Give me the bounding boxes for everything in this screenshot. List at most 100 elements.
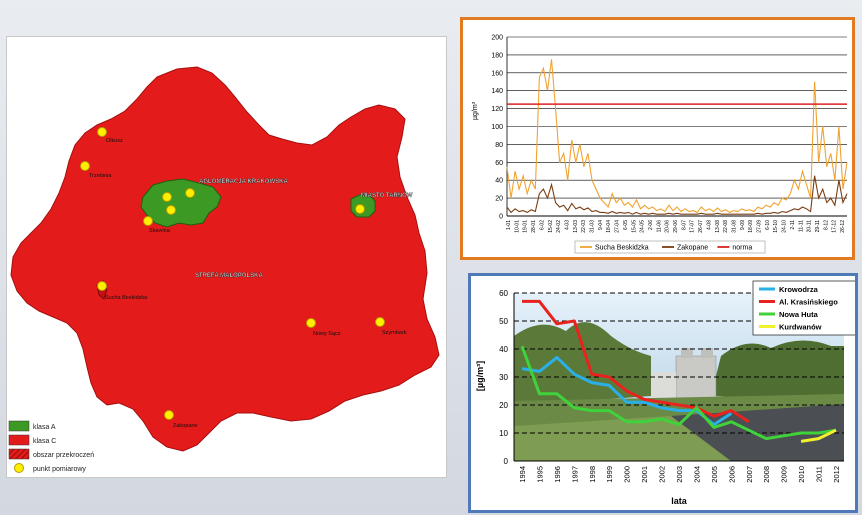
- y-tick-label: 60: [499, 289, 508, 298]
- legend-label: Zakopane: [677, 245, 708, 252]
- annual-pm10-chart-panel: 0 10 20 30 40 50 60 1994 1995 1996 1997 1998 1999 20…: [468, 273, 858, 513]
- y-tick-label: 30: [499, 373, 508, 382]
- x-tick-label: 8-12: [823, 220, 829, 230]
- x-tick-label: 31-08: [731, 220, 737, 233]
- x-tick-label: 26-07: [698, 220, 704, 233]
- legend-swatch-punkt: [14, 463, 24, 473]
- y-tick-label: 140: [491, 88, 503, 95]
- legend-label: Krowodrza: [779, 285, 819, 294]
- x-tick-label: 1999: [605, 466, 614, 483]
- y-tick-label: 0: [504, 457, 509, 466]
- label-nowy-sacz: Nowy Sącz: [313, 331, 341, 337]
- point-krakow-3: [166, 205, 176, 215]
- legend-label: Al. Krasińskiego: [779, 298, 838, 307]
- x-tick-label: 4-08: [706, 220, 712, 230]
- label-trzebinia: Trzebinia: [89, 173, 112, 179]
- strefa-malopolska-area: [10, 66, 440, 452]
- x-tick-label: 28-01: [531, 220, 537, 233]
- x-tick-label: 2-06: [648, 220, 654, 230]
- y-tick-label: 120: [491, 106, 503, 113]
- point-zakopane: [164, 410, 174, 420]
- x-tick-label: 9-04: [598, 220, 604, 230]
- y-tick-label: 80: [495, 142, 503, 149]
- map-legend: klasa A klasa C obszar przekroczeń punkt…: [8, 420, 94, 473]
- y-tick-label: 160: [491, 70, 503, 77]
- x-tick-label: 11-11: [798, 220, 804, 232]
- label-sucha: Sucha Beskidzka: [105, 295, 148, 301]
- x-tick-label: 26-12: [840, 220, 846, 233]
- x-tick-label: 29-11: [815, 220, 821, 233]
- y-tick-label: 60: [495, 160, 503, 167]
- legend-swatch-przekroczenia: [8, 448, 30, 460]
- x-tick-label: 27-04: [615, 220, 621, 233]
- x-tick-label: 2005: [710, 466, 719, 483]
- x-tick-label: 31-03: [590, 220, 596, 233]
- legend-swatch-klasa-c: [8, 434, 30, 446]
- x-tick-label: 24-02: [556, 220, 562, 233]
- x-tick-label: 24-05: [640, 220, 646, 233]
- x-tick-label: 2004: [692, 466, 701, 483]
- malopolska-map: AGLOMERACJA KRAKOWSKA MIASTO TARNÓW STRE…: [8, 66, 440, 473]
- x-tick-label: 2-11: [790, 220, 796, 230]
- x-tick-label: 2001: [640, 466, 649, 483]
- x-tick-label: 13-08: [715, 220, 721, 233]
- x-tick-label: 1-01: [506, 220, 512, 230]
- label-tarnow: MIASTO TARNÓW: [361, 191, 413, 199]
- map-panel: AGLOMERACJA KRAKOWSKA MIASTO TARNÓW STRE…: [6, 36, 447, 478]
- y-tick-label: 0: [499, 214, 503, 221]
- daily-pm10-chart: µg/m³ 0 20 40 60 80 100 120 140 160 180 200 1-01 10…: [472, 35, 848, 254]
- y-tick-label: 50: [499, 317, 508, 326]
- point-sucha: [97, 281, 107, 291]
- x-tick-label: 6-05: [623, 220, 629, 230]
- x-tick-label: 2002: [658, 466, 667, 483]
- x-tick-label: 18-04: [606, 220, 612, 233]
- legend-label: Sucha Beskidzka: [595, 245, 649, 252]
- legend-label-klasa-c: klasa C: [33, 438, 56, 445]
- x-tick-label: 1995: [535, 466, 544, 483]
- x-axis-label: lata: [671, 496, 688, 506]
- point-tarnow: [355, 204, 365, 214]
- y-tick-label: 40: [495, 178, 503, 185]
- x-tick-label: 17-12: [832, 220, 838, 233]
- x-tick-label: 2010: [797, 466, 806, 483]
- x-tick-label: 8-07: [681, 220, 687, 230]
- y-axis-label: [µg/m³]: [475, 361, 485, 391]
- chart-legend: Krowodrza Al. Krasińskiego Nowa Huta Kurdwa…: [752, 280, 855, 336]
- point-trzebinia: [80, 161, 90, 171]
- x-tick-label: 2008: [762, 466, 771, 483]
- x-tick-label: 10-01: [514, 220, 520, 233]
- legend-label: norma: [732, 245, 752, 252]
- y-tick-label: 180: [491, 52, 503, 59]
- daily-pm10-chart-panel: µg/m³ 0 20 40 60 80 100 120 140 160 180 200 1-01 10…: [460, 17, 855, 260]
- x-tick-label: 2012: [832, 466, 841, 483]
- x-tick-label: 1994: [518, 466, 527, 483]
- y-axis-label: µg/m³: [472, 101, 479, 120]
- x-tick-label: 2011: [815, 466, 824, 482]
- x-tick-label: 15-10: [773, 220, 779, 233]
- x-tick-label: 18-09: [748, 220, 754, 233]
- x-tick-label: 20-11: [807, 220, 813, 233]
- label-skawina: Skawina: [149, 228, 171, 234]
- x-tick-label: 4-03: [564, 220, 570, 230]
- y-tick-label: 200: [491, 35, 503, 42]
- series-line-zakopane: [506, 175, 848, 215]
- label-aglomeracja: AGLOMERACJA KRAKOWSKA: [199, 179, 288, 185]
- legend-label: Nowa Huta: [779, 310, 819, 319]
- x-tick-label: 2000: [623, 466, 632, 483]
- x-tick-label: 9-09: [740, 220, 746, 230]
- x-tick-label: 2007: [745, 466, 754, 483]
- legend-label: Kurdwanów: [779, 323, 822, 332]
- x-tick-label: 19-01: [523, 220, 529, 233]
- x-tick-label: 2009: [780, 466, 789, 483]
- legend-label-klasa-a: klasa A: [33, 424, 56, 431]
- x-tick-label: 11-06: [656, 220, 662, 233]
- y-tick-label: 40: [499, 345, 508, 354]
- x-tick-label: 1997: [570, 466, 579, 483]
- series-line-sucha-beskidzka: [506, 59, 848, 214]
- legend-swatch-klasa-a: [8, 420, 30, 432]
- point-gorlice: [375, 317, 385, 327]
- x-tick-label: 1998: [588, 466, 597, 483]
- x-tick-label: 27-09: [757, 220, 763, 233]
- point-nowy-sacz: [306, 318, 316, 328]
- chart-legend: Sucha Beskidzka Zakopane norma: [574, 240, 766, 254]
